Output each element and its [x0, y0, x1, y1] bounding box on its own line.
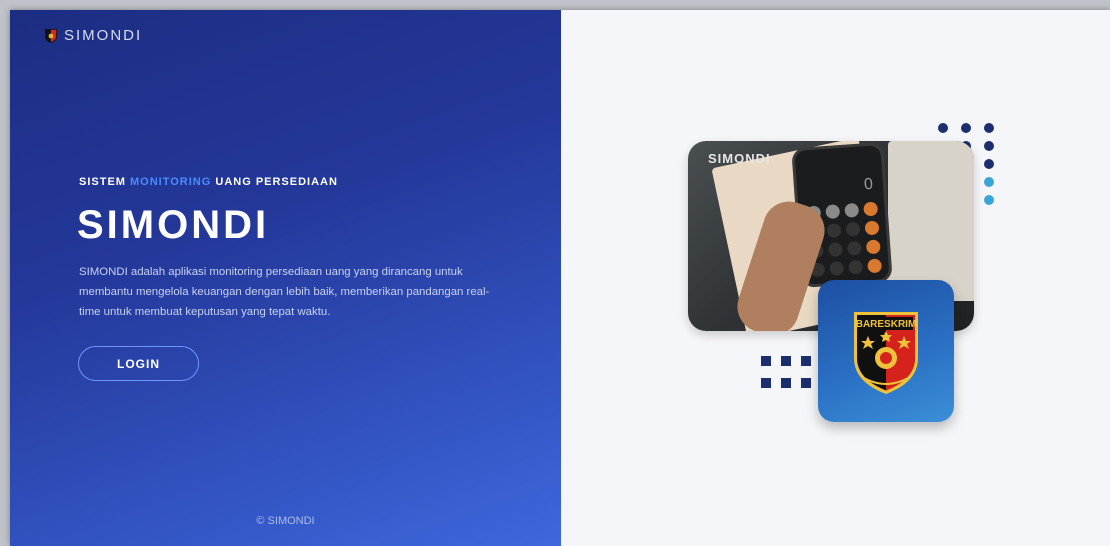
- tagline: SISTEM MONITORING UANG PERSEDIAAN: [79, 176, 338, 188]
- hero-description: SIMONDI adalah aplikasi monitoring perse…: [79, 266, 490, 318]
- calc-key: [864, 220, 880, 236]
- login-button[interactable]: LOGIN: [78, 346, 199, 381]
- square-dot: [801, 378, 811, 388]
- footer-copyright: © SIMONDI: [256, 515, 315, 527]
- tagline-part2: UANG PERSEDIAAN: [211, 176, 338, 188]
- calc-key: [829, 261, 845, 276]
- calc-key: [827, 242, 843, 258]
- calc-key: [865, 239, 881, 255]
- login-page: SIMONDI SISTEM MONITORING UANG PERSEDIAA…: [10, 10, 1110, 546]
- dot: [984, 195, 994, 205]
- brand: SIMONDI: [44, 27, 142, 44]
- square-dot: [781, 356, 791, 366]
- tagline-part1: SISTEM: [79, 176, 131, 188]
- calc-key: [846, 240, 862, 256]
- dot: [984, 159, 994, 169]
- hero-title: SIMONDI: [77, 203, 270, 247]
- right-panel: 0 SIMONDI BARESKRIM: [561, 10, 1110, 546]
- photo-paper: [888, 141, 974, 301]
- calc-key: [863, 201, 879, 217]
- brand-name: SIMONDI: [64, 27, 143, 44]
- bareskrim-emblem-card: BARESKRIM: [818, 280, 954, 422]
- dot: [984, 177, 994, 187]
- square-dot: [801, 356, 811, 366]
- square-dot: [761, 378, 771, 388]
- dot: [984, 141, 994, 151]
- police-shield-logo-icon: [45, 28, 57, 43]
- tagline-accent: MONITORING: [130, 176, 212, 188]
- phone-display: 0: [863, 175, 874, 194]
- calc-key: [826, 223, 842, 239]
- calc-key: [867, 258, 883, 274]
- dot: [938, 123, 948, 133]
- dot: [961, 123, 971, 133]
- photo-label: SIMONDI: [708, 151, 771, 166]
- square-dot: [781, 378, 791, 388]
- calc-key: [845, 221, 861, 237]
- left-panel: SIMONDI SISTEM MONITORING UANG PERSEDIAA…: [10, 10, 561, 546]
- dot: [984, 123, 994, 133]
- calc-key: [825, 204, 841, 220]
- calc-key: [844, 202, 860, 218]
- emblem-text: BARESKRIM: [856, 319, 917, 330]
- calc-key: [848, 259, 864, 275]
- bareskrim-shield-icon: BARESKRIM: [854, 312, 918, 394]
- square-dot: [761, 356, 771, 366]
